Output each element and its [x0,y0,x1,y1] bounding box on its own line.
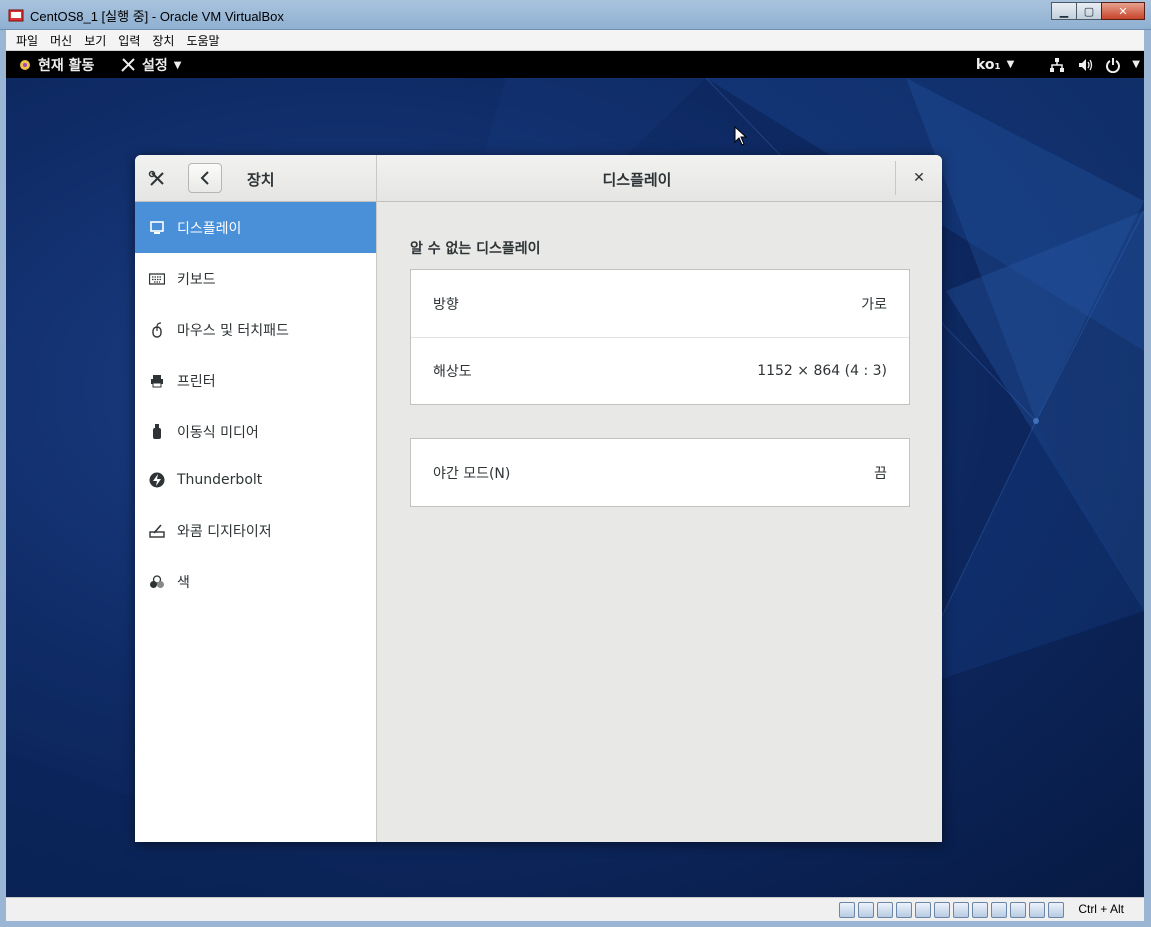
orientation-label: 방향 [433,296,459,313]
system-tray: ko₁ ▼ ▼ [976,51,1144,78]
mouse-pointer-icon [734,126,748,146]
input-source-menu[interactable]: ko₁ ▼ [976,57,1014,73]
optical-drive-icon[interactable] [858,902,874,918]
night-mode-value: 끔 [874,465,887,482]
header-bar-left: 장치 [135,155,377,202]
gnome-top-bar: 현재 활동 설정 ▼ ko₁ ▼ ▼ [6,51,1144,78]
sidebar-item-label: 색 [177,574,190,591]
tablet-icon [149,523,165,539]
back-button[interactable] [188,163,222,193]
network-adapter-icon[interactable] [896,902,912,918]
orientation-value: 가로 [861,296,887,313]
screen-icon[interactable] [953,902,969,918]
display-panel: 알 수 없는 디스플레이 방향 가로 해상도 1152 × 864 (4 : 3… [377,202,942,842]
sidebar-item-label: Thunderbolt [177,472,263,488]
orientation-row[interactable]: 방향 가로 [411,270,909,337]
tools-icon[interactable] [148,170,166,188]
mouse-icon [149,321,165,338]
resolution-row[interactable]: 해상도 1152 × 864 (4 : 3) [411,337,909,404]
app-menu-button[interactable]: 설정 ▼ [120,55,181,75]
sidebar-item-display[interactable]: 디스플레이 [135,202,376,253]
activities-icon [20,60,30,70]
close-window-button[interactable]: ✕ [1101,2,1145,20]
host-status-bar: Ctrl + Alt [6,897,1144,921]
tools-icon [121,58,135,72]
chevron-down-icon: ▼ [1006,59,1015,70]
sidebar-item-label: 와콤 디지타이저 [177,523,272,540]
sidebar-item-removable-media[interactable]: 이동식 미디어 [135,406,376,457]
menu-view[interactable]: 보기 [78,32,112,49]
sidebar-item-label: 키보드 [177,271,216,288]
header-bar: 장치 디스플레이 ✕ [135,155,942,202]
minimize-button[interactable]: ▁ [1051,2,1077,20]
sidebar-item-label: 마우스 및 터치패드 [177,322,289,339]
sidebar-item-label: 디스플레이 [177,220,242,237]
printer-icon [149,373,165,389]
menu-help[interactable]: 도움말 [180,32,225,49]
thunderbolt-icon [149,472,165,488]
sidebar-item-label: 프린터 [177,373,216,390]
menu-machine[interactable]: 머신 [44,32,78,49]
activities-button[interactable]: 현재 활동 [18,55,94,75]
video-capture-icon[interactable] [972,902,988,918]
settings-sidebar: 디스플레이 키보드 마우스 및 터치패드 프린터 이동식 미디어 Thunder… [135,202,377,842]
menu-devices[interactable]: 장치 [146,32,180,49]
maximize-button[interactable]: ▢ [1076,2,1102,20]
virtualization-icon[interactable] [991,902,1007,918]
sidebar-item-keyboard[interactable]: 키보드 [135,253,376,304]
night-mode-label: 야간 모드(N) [433,465,511,482]
usb-drive-icon [149,423,165,440]
host-menu-bar: 파일 머신 보기 입력 장치 도움말 [6,30,1144,51]
network-icon[interactable] [1048,56,1066,74]
menu-file[interactable]: 파일 [10,32,44,49]
sidebar-item-wacom-tablet[interactable]: 와콤 디지타이저 [135,505,376,556]
usb-icon[interactable] [915,902,931,918]
header-separator [895,161,896,195]
activities-label: 현재 활동 [38,58,95,74]
host-title-bar[interactable]: CentOS8_1 [실행 중] - Oracle VM VirtualBox … [0,0,1151,30]
hard-disk-icon[interactable] [839,902,855,918]
close-settings-button[interactable]: ✕ [910,169,928,187]
sidebar-item-mouse[interactable]: 마우스 및 터치패드 [135,304,376,355]
resolution-value: 1152 × 864 (4 : 3) [757,363,887,379]
menu-input[interactable]: 입력 [112,32,146,49]
sidebar-item-label: 이동식 미디어 [177,424,259,441]
status-bar-icons [839,902,1064,918]
shared-folders-icon[interactable] [934,902,950,918]
audio-icon[interactable] [877,902,893,918]
display-section-title: 알 수 없는 디스플레이 [410,241,541,257]
app-menu-label: 설정 [142,58,168,74]
input-source-label: ko₁ [975,56,1001,73]
mouse-integration-icon[interactable] [1029,902,1045,918]
panel-title: 디스플레이 [602,171,672,189]
host-frame-right [1144,30,1151,921]
cpu-icon[interactable] [1010,902,1026,918]
display-icon [149,220,165,236]
window-controls: ▁ ▢ ✕ [1051,2,1145,22]
resolution-label: 해상도 [433,364,472,380]
night-mode-frame: 야간 모드(N) 끔 [410,438,910,507]
power-icon[interactable] [1104,56,1122,74]
host-window-title: CentOS8_1 [실행 중] - Oracle VM VirtualBox [30,9,284,24]
keyboard-capture-icon[interactable] [1048,902,1064,918]
host-key-label: Ctrl + Alt [1078,902,1124,916]
sidebar-item-color[interactable]: 색 [135,556,376,607]
sidebar-title: 장치 [247,171,275,189]
close-icon: ✕ [913,170,925,186]
sidebar-item-printers[interactable]: 프린터 [135,355,376,406]
sidebar-item-thunderbolt[interactable]: Thunderbolt [135,457,376,503]
display-settings-frame: 방향 가로 해상도 1152 × 864 (4 : 3) [410,269,910,405]
night-mode-row[interactable]: 야간 모드(N) 끔 [411,439,909,506]
settings-window: 장치 디스플레이 ✕ 디스플레이 키보드 마우스 및 터치패드 프린터 이동식 … [135,155,942,842]
color-icon [149,574,165,590]
guest-screen[interactable]: 현재 활동 설정 ▼ ko₁ ▼ ▼ 장치 디스플레이 ✕ 디스플레이 키보드 … [6,51,1144,897]
keyboard-icon [149,271,165,287]
chevron-down-icon: ▼ [173,59,182,71]
host-frame-bottom [0,921,1151,927]
chevron-left-icon [200,171,209,185]
volume-icon[interactable] [1076,56,1094,74]
chevron-down-icon[interactable]: ▼ [1132,59,1140,70]
virtualbox-app-icon [8,9,24,22]
